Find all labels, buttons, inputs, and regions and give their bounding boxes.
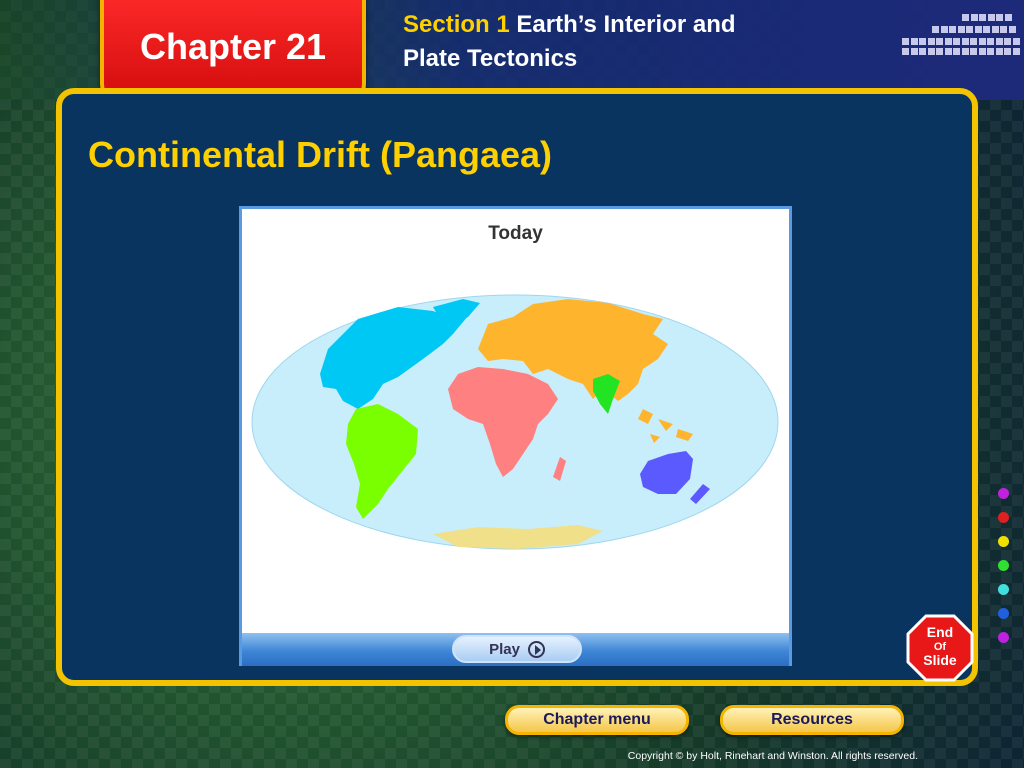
world-map	[251, 294, 779, 550]
grid-square	[1012, 48, 1020, 55]
grid-square	[961, 48, 969, 55]
grid-square	[953, 38, 960, 45]
continental-drift-animation[interactable]: Today Play	[239, 206, 792, 666]
stop-sign-line3: Slide	[923, 652, 957, 668]
grid-square	[902, 48, 909, 55]
resources-button[interactable]: Resources	[720, 705, 904, 735]
grid-square	[919, 48, 926, 55]
grid-square	[987, 38, 994, 45]
grid-square	[932, 26, 939, 33]
grid-square	[1004, 48, 1011, 55]
grid-square	[978, 48, 986, 55]
grid-square	[949, 26, 956, 33]
grid-square	[996, 14, 1003, 21]
grid-square	[910, 38, 918, 45]
grid-square	[991, 26, 999, 33]
section-title-line2: Plate Tectonics	[403, 45, 578, 72]
side-dot	[998, 536, 1009, 547]
grid-square	[970, 14, 978, 21]
grid-square	[953, 48, 960, 55]
grid-square	[940, 26, 948, 33]
grid-square	[910, 48, 918, 55]
end-of-slide-button[interactable]: End Of Slide	[906, 614, 974, 682]
section-number: Section 1	[403, 11, 510, 38]
section-title: Section 1 Earth’s Interior and Plate Tec…	[403, 8, 823, 76]
grid-square	[995, 38, 1003, 45]
grid-square	[978, 38, 986, 45]
stop-sign-line1: End	[927, 624, 953, 640]
animation-control-bar: Play	[242, 633, 789, 666]
grid-square	[987, 48, 994, 55]
grid-square	[966, 26, 973, 33]
grid-square	[970, 48, 977, 55]
grid-square	[927, 48, 935, 55]
grid-square	[1004, 14, 1012, 21]
grid-square	[961, 38, 969, 45]
side-dot	[998, 512, 1009, 523]
grid-square	[995, 48, 1003, 55]
grid-square	[962, 14, 969, 21]
grid-square	[974, 26, 982, 33]
play-button[interactable]: Play	[452, 635, 582, 663]
side-dot	[998, 488, 1009, 499]
grid-square	[1008, 26, 1016, 33]
chapter-label: Chapter 21	[139, 26, 327, 67]
grid-square	[936, 48, 943, 55]
play-label: Play	[489, 640, 520, 658]
slide-title: Continental Drift (Pangaea)	[88, 134, 553, 175]
grid-square	[944, 38, 952, 45]
grid-square	[919, 38, 926, 45]
grid-square	[1000, 26, 1007, 33]
grid-square	[902, 38, 909, 45]
grid-square	[979, 14, 986, 21]
grid-square	[957, 26, 965, 33]
side-dot	[998, 632, 1009, 643]
grid-square	[970, 38, 977, 45]
frame-label: Today	[488, 223, 543, 244]
side-dot	[998, 584, 1009, 595]
play-icon	[527, 640, 545, 658]
grid-square	[983, 26, 990, 33]
grid-square	[987, 14, 995, 21]
grid-square	[1004, 38, 1011, 45]
grid-square	[936, 38, 943, 45]
section-title-line1: Earth’s Interior and	[516, 11, 736, 38]
chapter-menu-button[interactable]: Chapter menu	[505, 705, 689, 735]
side-dot	[998, 608, 1009, 619]
copyright-notice: Copyright © by Holt, Rinehart and Winsto…	[627, 750, 918, 762]
side-dot	[998, 560, 1009, 571]
grid-square	[1012, 38, 1020, 45]
grid-square	[944, 48, 952, 55]
grid-square	[927, 38, 935, 45]
